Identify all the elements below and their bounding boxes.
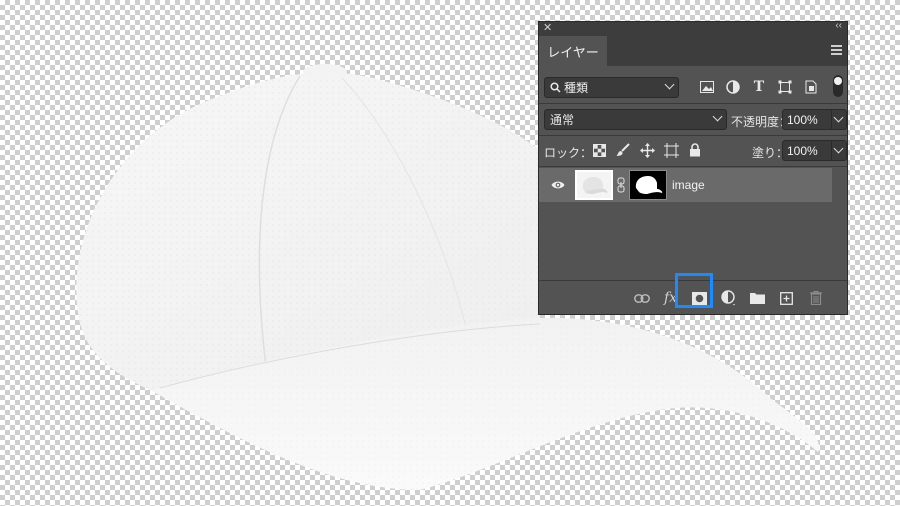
lock-all-icon[interactable]: [687, 142, 703, 158]
lock-transparent-pixels-icon[interactable]: [591, 142, 607, 158]
filter-icons: T: [699, 79, 819, 95]
opacity-dropdown[interactable]: [831, 109, 847, 130]
type-filter-icon[interactable]: T: [751, 79, 767, 95]
smart-object-filter-icon[interactable]: [803, 79, 819, 95]
layer-filter-select[interactable]: 種類: [544, 77, 679, 98]
search-icon: [550, 82, 561, 93]
fill-dropdown[interactable]: [831, 140, 847, 161]
fill-input[interactable]: 100%: [782, 140, 832, 161]
adjustment-filter-icon[interactable]: [725, 79, 741, 95]
bottom-icons: fx: [627, 289, 830, 307]
pixel-filter-icon[interactable]: [699, 79, 715, 95]
move-icon[interactable]: [639, 142, 655, 158]
eye-visibility-icon[interactable]: [551, 178, 565, 192]
chevron-down-icon: [664, 79, 675, 90]
collapse-icon[interactable]: ‹‹: [835, 20, 842, 31]
filter-label: 種類: [564, 81, 589, 95]
layer-thumbnail[interactable]: [575, 170, 613, 200]
shape-filter-icon[interactable]: [777, 79, 793, 95]
opacity-input[interactable]: 100%: [782, 109, 832, 130]
panel-menu-icon[interactable]: [831, 45, 842, 57]
lock-label: ロック：: [544, 146, 593, 160]
divider: [539, 103, 847, 104]
layer-name[interactable]: image: [672, 178, 705, 192]
close-icon[interactable]: ✕: [543, 21, 552, 34]
panel-titlebar: ✕ ‹‹: [539, 20, 847, 36]
artboard-lock-icon[interactable]: [663, 142, 679, 158]
layer-row[interactable]: image: [539, 168, 832, 202]
chevron-down-icon: [833, 143, 844, 154]
filter-toggle[interactable]: [833, 75, 843, 97]
tab-layers[interactable]: レイヤー: [539, 36, 607, 66]
layers-scrollbar[interactable]: [832, 168, 847, 278]
link-layers-icon[interactable]: [627, 289, 656, 307]
new-layer-icon[interactable]: [772, 289, 801, 307]
add-mask-highlight: [675, 273, 713, 308]
blend-mode-select[interactable]: 通常: [544, 109, 727, 130]
trash-icon[interactable]: [801, 289, 830, 307]
lock-icons: [591, 142, 703, 158]
brush-icon[interactable]: [615, 142, 631, 158]
mask-link-icon[interactable]: [617, 177, 625, 193]
chevron-down-icon: [712, 111, 723, 122]
panel-tabbar: レイヤー: [539, 36, 847, 66]
group-folder-icon[interactable]: [743, 289, 772, 307]
blend-mode-value: 通常: [550, 113, 575, 127]
adjustment-layer-icon[interactable]: [714, 289, 743, 307]
chevron-down-icon: [833, 112, 844, 123]
layers-panel: ✕ ‹‹ レイヤー 種類 T 通常 不透明度： 100% ロック： 塗り： 10…: [538, 20, 848, 315]
layer-mask-thumbnail[interactable]: [629, 170, 667, 200]
divider: [539, 166, 847, 167]
divider: [539, 135, 847, 136]
